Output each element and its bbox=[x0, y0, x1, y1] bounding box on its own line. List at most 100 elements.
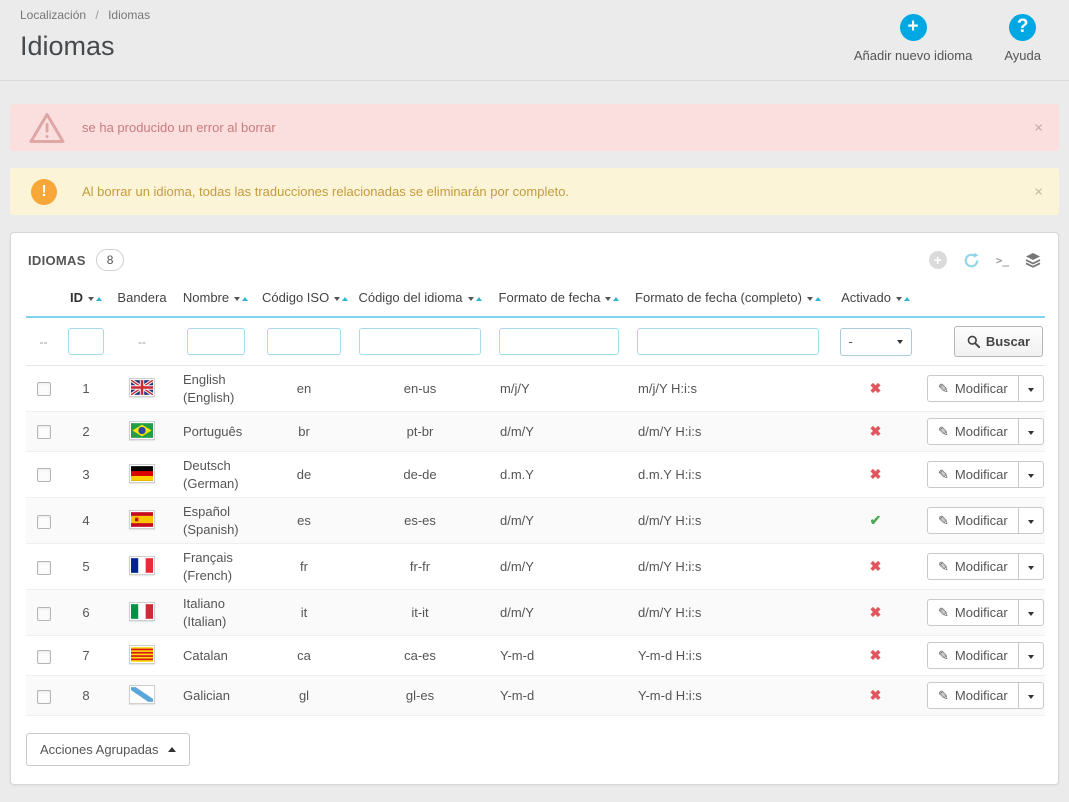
bulk-actions-button[interactable]: Acciones Agrupadas bbox=[26, 733, 190, 767]
column-header-date[interactable]: Formato de fecha bbox=[490, 281, 628, 318]
filter-select-value: - bbox=[848, 334, 853, 349]
column-header-lang[interactable]: Código del idioma bbox=[350, 281, 490, 318]
filter-select-active[interactable]: - bbox=[839, 327, 912, 356]
column-header-name[interactable]: Nombre bbox=[173, 281, 258, 318]
disabled-cross-icon[interactable]: ✖ bbox=[870, 647, 882, 663]
add-icon[interactable]: + bbox=[928, 251, 947, 269]
modify-button-label: Modificar bbox=[954, 467, 1008, 483]
modify-button[interactable]: ✎ Modificar bbox=[928, 419, 1018, 444]
sort-icons[interactable] bbox=[895, 290, 910, 305]
row-checkbox[interactable] bbox=[36, 382, 51, 397]
modify-button[interactable]: ✎ Modificar bbox=[928, 462, 1018, 487]
modify-button[interactable]: ✎ Modificar bbox=[928, 554, 1018, 579]
filter-input-iso[interactable] bbox=[267, 328, 341, 355]
actions-cell: ✎ Modificar bbox=[923, 365, 1045, 413]
chevron-down-icon bbox=[1027, 654, 1034, 659]
sort-icons[interactable] bbox=[806, 290, 821, 305]
sort-icons[interactable] bbox=[234, 290, 249, 305]
iso-code-cell: gl bbox=[258, 675, 350, 717]
column-header-iso[interactable]: Código ISO bbox=[258, 281, 350, 318]
date-format-full-cell: d/m/Y H:i:s bbox=[628, 589, 828, 637]
modify-dropdown-toggle[interactable] bbox=[1017, 419, 1043, 445]
chevron-down-icon bbox=[1027, 473, 1034, 478]
name-cell: Español (Spanish) bbox=[173, 497, 258, 545]
modify-button-label: Modificar bbox=[954, 648, 1008, 664]
refresh-icon[interactable] bbox=[963, 252, 980, 269]
modify-button[interactable]: ✎ Modificar bbox=[928, 508, 1018, 533]
language-row-fr: 5 Français (French) fr fr-fr d/m/Y d/m/Y H:i:… bbox=[26, 543, 1045, 591]
chevron-down-icon bbox=[1027, 611, 1034, 616]
modify-button-group: ✎ Modificar bbox=[927, 418, 1044, 446]
modify-button[interactable]: ✎ Modificar bbox=[928, 643, 1018, 668]
modify-button[interactable]: ✎ Modificar bbox=[928, 376, 1018, 401]
modify-dropdown-toggle[interactable] bbox=[1017, 376, 1043, 402]
flag-icon-gb bbox=[129, 377, 155, 397]
breadcrumb-parent[interactable]: Localización bbox=[20, 8, 86, 22]
breadcrumb-current[interactable]: Idiomas bbox=[108, 8, 150, 22]
row-checkbox[interactable] bbox=[36, 468, 51, 483]
modify-dropdown-toggle[interactable] bbox=[1017, 508, 1043, 534]
close-icon[interactable]: × bbox=[1034, 183, 1043, 200]
modify-button-group: ✎ Modificar bbox=[927, 461, 1044, 489]
modify-button-label: Modificar bbox=[954, 424, 1008, 440]
column-header-datefull[interactable]: Formato de fecha (completo) bbox=[628, 281, 828, 318]
filter-input-date[interactable] bbox=[499, 328, 619, 355]
row-checkbox[interactable] bbox=[36, 606, 51, 621]
row-checkbox[interactable] bbox=[36, 649, 51, 664]
chevron-down-icon bbox=[1027, 387, 1034, 392]
row-checkbox[interactable] bbox=[36, 560, 51, 575]
column-label-id: ID bbox=[70, 290, 83, 305]
language-code-cell: pt-br bbox=[350, 411, 490, 453]
column-header-active[interactable]: Activado bbox=[828, 281, 923, 318]
sort-icons[interactable] bbox=[334, 290, 349, 305]
search-button[interactable]: Buscar bbox=[953, 326, 1043, 357]
iso-code-cell: en bbox=[258, 365, 350, 413]
filter-cell-iso bbox=[258, 317, 350, 366]
modify-dropdown-toggle[interactable] bbox=[1017, 462, 1043, 488]
date-format-cell: d.m.Y bbox=[490, 451, 628, 499]
add-new-language-button[interactable]: + Añadir nuevo idioma bbox=[854, 14, 972, 63]
pencil-icon: ✎ bbox=[938, 648, 949, 664]
sql-manager-stack-icon[interactable] bbox=[1025, 252, 1041, 268]
column-header-id[interactable]: ID bbox=[61, 281, 111, 318]
disabled-cross-icon[interactable]: ✖ bbox=[870, 687, 882, 703]
terminal-icon[interactable]: >_ bbox=[996, 255, 1009, 266]
filter-input-name[interactable] bbox=[186, 328, 245, 355]
id-cell: 4 bbox=[61, 497, 111, 545]
id-cell: 1 bbox=[61, 365, 111, 413]
language-row-es: 4 Español (Spanish) es es-es d/m/Y d/m/Y H:i:… bbox=[26, 497, 1045, 545]
disabled-cross-icon[interactable]: ✖ bbox=[870, 380, 882, 396]
id-cell: 7 bbox=[61, 635, 111, 677]
pencil-icon: ✎ bbox=[938, 605, 949, 621]
modify-dropdown-toggle[interactable] bbox=[1017, 643, 1043, 669]
table-header-row: ID Bandera Nombre Código ISO Código del idio… bbox=[26, 281, 1045, 318]
enabled-check-icon[interactable]: ✔ bbox=[870, 512, 882, 528]
modify-dropdown-toggle[interactable] bbox=[1017, 600, 1043, 626]
disabled-cross-icon[interactable]: ✖ bbox=[870, 423, 882, 439]
modify-button[interactable]: ✎ Modificar bbox=[928, 600, 1018, 625]
modify-button-group: ✎ Modificar bbox=[927, 642, 1044, 670]
modify-dropdown-toggle[interactable] bbox=[1017, 683, 1043, 709]
filter-input-lang[interactable] bbox=[359, 328, 481, 355]
sort-icons[interactable] bbox=[467, 290, 482, 305]
filter-input-id[interactable] bbox=[68, 328, 104, 355]
close-icon[interactable]: × bbox=[1034, 119, 1043, 136]
sort-icons[interactable] bbox=[605, 290, 620, 305]
filter-input-datefull[interactable] bbox=[637, 328, 819, 355]
disabled-cross-icon[interactable]: ✖ bbox=[870, 466, 882, 482]
error-alert: se ha producido un error al borrar × bbox=[10, 104, 1059, 151]
row-checkbox[interactable] bbox=[36, 689, 51, 704]
sort-icons[interactable] bbox=[88, 290, 102, 305]
row-checkbox[interactable] bbox=[36, 514, 51, 529]
warning-triangle-icon bbox=[28, 111, 66, 144]
flag-icon-it bbox=[129, 601, 155, 621]
modify-button[interactable]: ✎ Modificar bbox=[928, 683, 1018, 708]
disabled-cross-icon[interactable]: ✖ bbox=[870, 558, 882, 574]
modify-dropdown-toggle[interactable] bbox=[1017, 554, 1043, 580]
filter-cell-lang bbox=[350, 317, 490, 366]
row-checkbox[interactable] bbox=[36, 425, 51, 440]
disabled-cross-icon[interactable]: ✖ bbox=[870, 604, 882, 620]
help-button[interactable]: ? Ayuda bbox=[1004, 14, 1041, 63]
flag-icon-fr bbox=[129, 555, 155, 575]
flag-icon-de bbox=[129, 463, 155, 483]
